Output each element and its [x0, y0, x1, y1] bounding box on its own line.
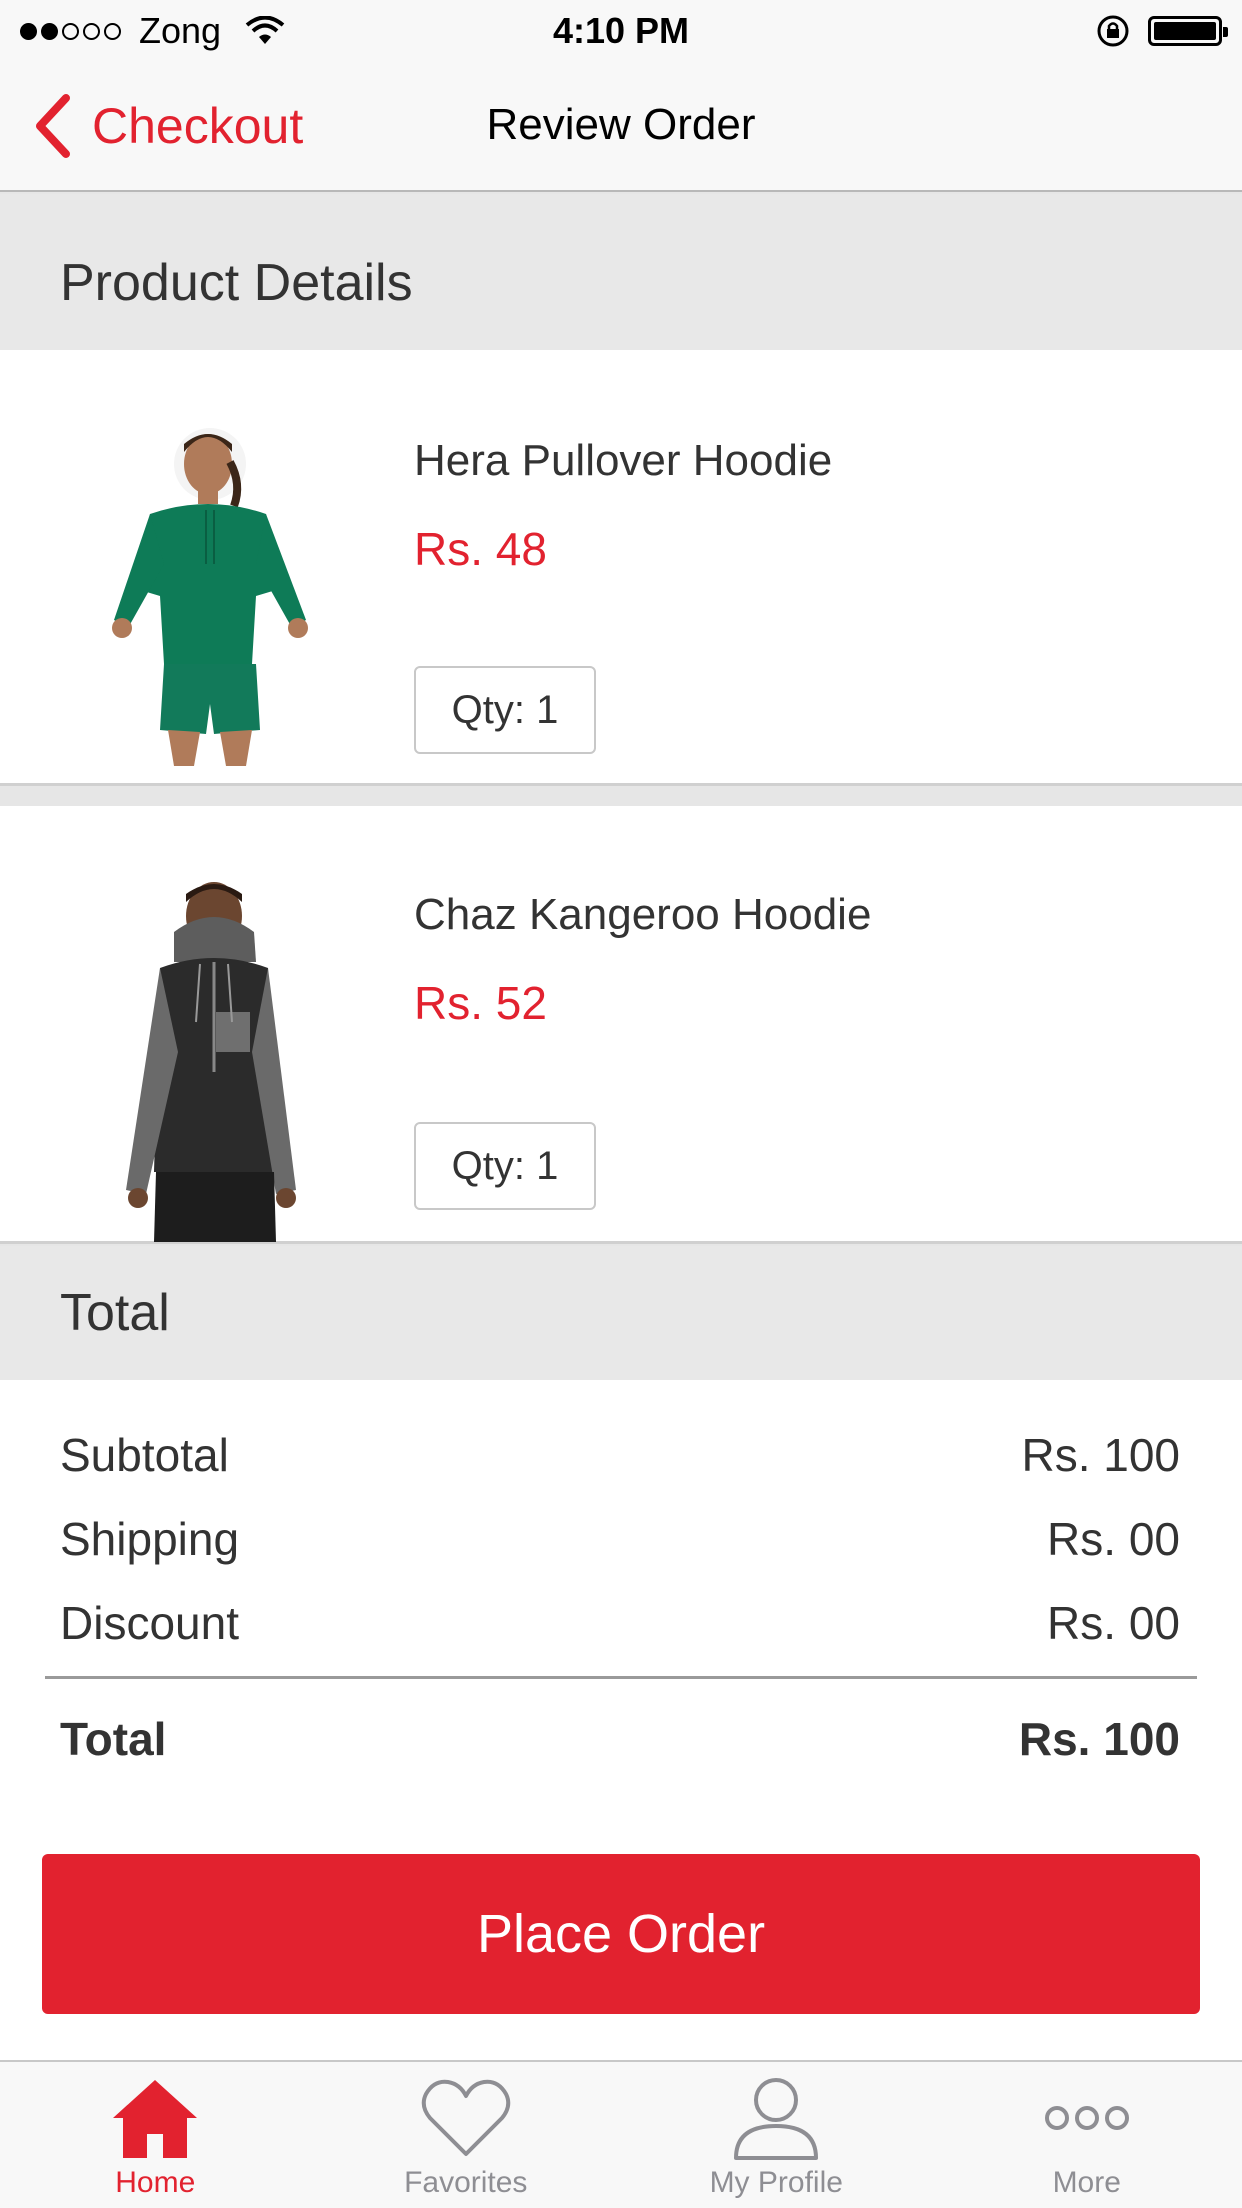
- total-section-title: Total: [60, 1284, 170, 1342]
- grand-total-label: Total: [60, 1713, 167, 1765]
- product-name[interactable]: Hera Pullover Hoodie: [414, 436, 832, 486]
- grand-total-row: Total Rs. 100: [60, 1712, 1180, 1766]
- discount-label: Discount: [60, 1597, 239, 1649]
- tab-favorites[interactable]: Favorites: [311, 2062, 622, 2208]
- subtotal-value: Rs. 100: [1021, 1429, 1180, 1481]
- subtotal-label: Subtotal: [60, 1429, 229, 1481]
- place-order-button[interactable]: Place Order: [42, 1854, 1200, 2014]
- discount-value: Rs. 00: [1047, 1597, 1180, 1649]
- shipping-row: Shipping Rs. 00: [60, 1512, 1180, 1566]
- status-right: [1096, 14, 1228, 48]
- totals-divider: [45, 1676, 1197, 1679]
- status-bar: Zong 4:10 PM: [0, 0, 1242, 60]
- discount-row: Discount Rs. 00: [60, 1596, 1180, 1650]
- product-item[interactable]: Chaz Kangeroo Hoodie Rs. 52 Qty: 1: [0, 806, 1242, 1244]
- tab-more[interactable]: More: [932, 2062, 1242, 2208]
- product-details-title: Product Details: [60, 254, 413, 312]
- quantity-selector[interactable]: Qty: 1: [414, 1122, 596, 1210]
- person-icon: [734, 2078, 819, 2160]
- quantity-selector[interactable]: Qty: 1: [414, 666, 596, 754]
- product-price: Rs. 52: [414, 977, 547, 1029]
- tab-favorites-label: Favorites: [404, 2166, 528, 2199]
- status-time: 4:10 PM: [552, 10, 690, 51]
- page-title: Review Order: [486, 100, 756, 149]
- product-name[interactable]: Chaz Kangeroo Hoodie: [414, 890, 871, 940]
- product-image-chaz-kangeroo-hoodie: [126, 882, 296, 1242]
- total-section-header: Total: [0, 1246, 1242, 1380]
- heart-icon: [421, 2079, 510, 2156]
- product-details-header: Product Details: [0, 194, 1242, 350]
- ellipsis-icon: [1044, 2106, 1129, 2130]
- battery-icon: [1148, 16, 1228, 46]
- product-price: Rs. 48: [414, 523, 547, 575]
- order-totals-panel: Subtotal Rs. 100 Shipping Rs. 00 Discoun…: [0, 1380, 1242, 2060]
- product-item[interactable]: Hera Pullover Hoodie Rs. 48 Qty: 1: [0, 350, 1242, 786]
- product-image-hera-pullover-hoodie: [112, 428, 308, 766]
- tab-bar: Home Favorites My Profile More: [0, 2060, 1242, 2208]
- subtotal-row: Subtotal Rs. 100: [60, 1428, 1180, 1482]
- tab-more-label: More: [1052, 2166, 1121, 2199]
- tab-my-profile-label: My Profile: [709, 2166, 843, 2199]
- shipping-value: Rs. 00: [1047, 1513, 1180, 1565]
- tab-home-label: Home: [115, 2166, 196, 2199]
- grand-total-value: Rs. 100: [1018, 1713, 1180, 1765]
- navigation-bar: Checkout Review Order: [0, 60, 1242, 192]
- tab-home[interactable]: Home: [0, 2062, 311, 2208]
- review-order-content[interactable]: Product Details Hera Pullover Hoodie Rs.…: [0, 194, 1242, 2060]
- tab-my-profile[interactable]: My Profile: [621, 2062, 932, 2208]
- orientation-lock-icon: [1097, 15, 1129, 47]
- house-icon: [113, 2080, 198, 2158]
- shipping-label: Shipping: [60, 1513, 240, 1565]
